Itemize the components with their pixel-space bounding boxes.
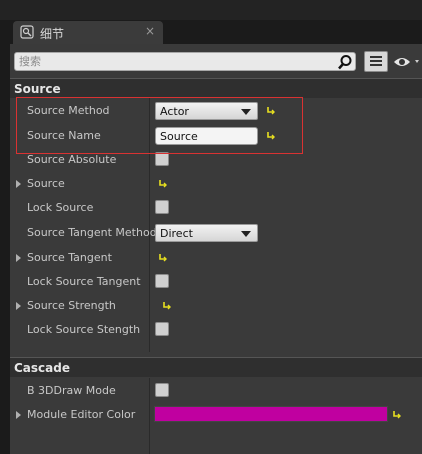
tab-details[interactable]: 细节 × [13,21,163,44]
list-view-icon [370,56,382,66]
row-source-tangent-method: Source Tangent Method Direct [10,221,422,245]
property-label: Lock Source Tangent [27,275,141,288]
dropdown-value: Direct [160,227,193,240]
reset-arrow-icon[interactable] [162,300,172,310]
row-source-strength: Source Strength [10,294,422,318]
property-label: Lock Source Stength [27,323,141,336]
chevron-down-icon [241,109,251,115]
row-lock-source-stength: Lock Source Stength [10,318,422,342]
reset-arrow-icon[interactable] [266,130,276,140]
source-name-field[interactable]: Source [155,127,258,145]
close-icon[interactable]: × [145,24,155,38]
row-source-tangent: Source Tangent [10,246,422,270]
lock-source-tangent-checkbox[interactable] [155,274,169,288]
chevron-down-icon [241,231,251,237]
expand-arrow-icon[interactable] [16,411,21,419]
property-label: Source Tangent Method [27,226,157,239]
category-label: Cascade [14,361,70,375]
expand-arrow-icon[interactable] [16,302,21,310]
reset-arrow-icon[interactable] [158,178,168,188]
search-box[interactable] [14,52,356,71]
row-module-editor-color: Module Editor Color [10,403,422,427]
b-3ddraw-mode-checkbox[interactable] [155,383,169,397]
row-source-absolute: Source Absolute [10,148,422,172]
category-source[interactable]: Source [10,78,422,98]
category-label: Source [14,82,61,96]
reset-arrow-icon[interactable] [266,105,276,115]
property-label: Source Name [27,129,101,142]
property-label: Lock Source [27,201,94,214]
row-lock-source: Lock Source [10,196,422,220]
title-bar [0,0,422,20]
source-absolute-checkbox[interactable] [155,152,169,166]
details-tab-icon [20,25,34,39]
eye-icon [394,58,419,66]
category-cascade[interactable]: Cascade [10,357,422,377]
row-b-3ddraw-mode: B 3DDraw Mode [10,379,422,403]
search-input[interactable] [19,53,329,70]
property-label: Source Method [27,104,110,117]
reset-arrow-icon[interactable] [158,252,168,262]
row-lock-source-tangent: Lock Source Tangent [10,270,422,294]
property-label: Source Strength [27,299,116,312]
property-label: Source Absolute [27,153,117,166]
source-method-dropdown[interactable]: Actor [155,102,258,120]
lock-source-stength-checkbox[interactable] [155,322,169,336]
tab-title: 细节 [40,27,65,41]
list-view-button[interactable] [364,51,388,72]
dropdown-value: Actor [160,105,189,118]
lock-source-checkbox[interactable] [155,200,169,214]
view-options-button[interactable] [393,53,422,71]
property-label: Module Editor Color [27,408,136,421]
search-row [10,44,422,78]
row-source-method: Source Method Actor [10,99,422,123]
property-label: Source Tangent [27,251,112,264]
details-panel: Source Source Method Actor Source Name S… [10,44,422,454]
reset-arrow-icon[interactable] [392,409,402,419]
search-icon[interactable] [337,54,353,70]
row-source-name: Source Name Source [10,124,422,148]
row-source: Source [10,172,422,196]
module-editor-color-swatch[interactable] [154,406,388,422]
source-tangent-method-dropdown[interactable]: Direct [155,224,258,242]
property-label: Source [27,177,65,190]
expand-arrow-icon[interactable] [16,254,21,262]
expand-arrow-icon[interactable] [16,180,21,188]
property-label: B 3DDraw Mode [27,384,116,397]
